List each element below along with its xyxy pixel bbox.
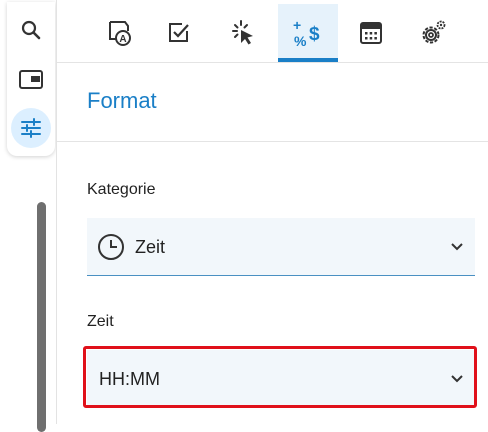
- chevron-down-icon: [451, 375, 463, 383]
- svg-text:$: $: [309, 24, 320, 45]
- checkbox-icon: [169, 23, 189, 42]
- left-rail: [7, 2, 55, 156]
- sliders-icon: [21, 118, 41, 138]
- svg-text:+: +: [293, 17, 301, 33]
- window-icon: [19, 70, 43, 89]
- properties-panel: A + % $ Format Kategorie Zeit Zeit HH:MM: [56, 0, 488, 424]
- category-label: Kategorie: [87, 181, 156, 198]
- tab-calculation[interactable]: [341, 4, 401, 62]
- left-rail-background: [0, 160, 56, 424]
- tab-settings[interactable]: [404, 4, 464, 62]
- text-format-icon: A: [109, 21, 131, 46]
- svg-text:%: %: [294, 33, 307, 49]
- clock-icon: [98, 234, 124, 260]
- tab-bar: A + % $: [57, 0, 488, 63]
- tab-text-format[interactable]: A: [89, 4, 149, 62]
- category-value: Zeit: [135, 237, 166, 257]
- time-format-value: HH:MM: [99, 369, 160, 389]
- time-label: Zeit: [87, 313, 114, 330]
- properties-button[interactable]: [11, 108, 51, 148]
- search-button[interactable]: [11, 10, 51, 50]
- tab-validation[interactable]: [149, 4, 209, 62]
- category-dropdown[interactable]: Zeit: [87, 218, 475, 276]
- svg-text:A: A: [119, 34, 126, 45]
- tab-events[interactable]: [213, 4, 273, 62]
- cursor-click-icon: [232, 20, 253, 45]
- settings-gear-icon: [422, 20, 446, 44]
- calculator-icon: [360, 22, 382, 44]
- divider: [57, 141, 488, 142]
- tab-number-format[interactable]: + % $: [278, 4, 338, 62]
- window-button[interactable]: [11, 59, 51, 99]
- chevron-down-icon: [451, 243, 463, 251]
- scrollbar[interactable]: [37, 202, 46, 432]
- panel-title: Format: [87, 88, 157, 113]
- number-format-icon: + % $: [293, 17, 320, 49]
- search-icon: [21, 20, 41, 40]
- time-format-dropdown[interactable]: HH:MM: [87, 350, 475, 406]
